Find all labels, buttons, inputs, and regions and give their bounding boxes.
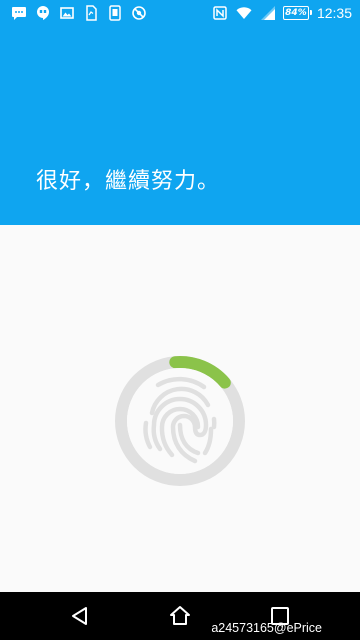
- wifi-icon: [235, 4, 253, 22]
- system-icons: 84% 12:35: [211, 3, 352, 22]
- home-icon[interactable]: [168, 604, 192, 628]
- content-area: [0, 225, 360, 592]
- watermark: a24573165@ePrice: [211, 621, 322, 635]
- sim-icon: [82, 4, 100, 22]
- header: 很好，繼續努力。: [0, 25, 360, 225]
- page-title: 很好，繼續努力。: [36, 169, 221, 194]
- navigation-bar: a24573165@ePrice: [0, 592, 360, 640]
- back-icon[interactable]: [68, 604, 92, 628]
- screen: 84% 12:35 很好，繼續努力。 a24573165@ePrice: [0, 0, 360, 640]
- image-icon: [58, 4, 76, 22]
- hangouts-icon: [34, 4, 52, 22]
- chat-icon: [10, 4, 28, 22]
- no-disturb-icon: [130, 4, 148, 22]
- status-bar: 84% 12:35: [0, 0, 360, 25]
- nfc-icon: [211, 4, 229, 22]
- signal-icon: [259, 4, 277, 22]
- notification-icons: [10, 3, 148, 22]
- battery-icon: 84%: [282, 5, 312, 20]
- clock: 12:35: [316, 4, 352, 21]
- app-icon: [106, 4, 124, 22]
- fingerprint-pad: [127, 368, 233, 474]
- fingerprint-sensor[interactable]: [114, 355, 246, 487]
